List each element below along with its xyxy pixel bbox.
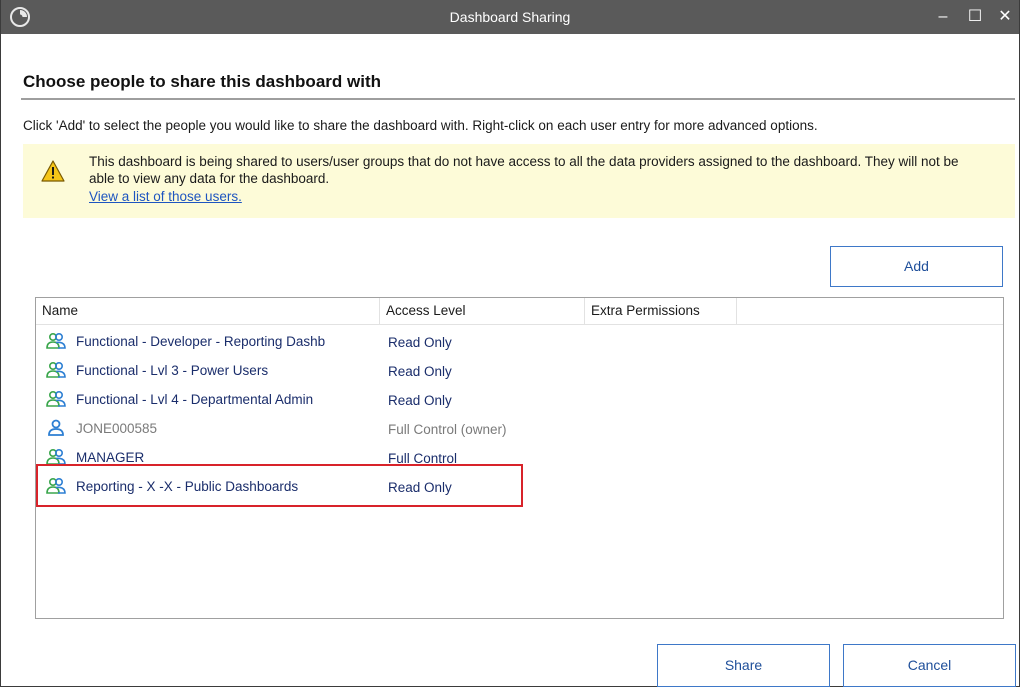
list-item-name: Functional - Developer - Reporting Dashb xyxy=(76,334,326,349)
user-icon xyxy=(48,419,64,436)
warning-banner: This dashboard is being shared to users/… xyxy=(23,144,1015,218)
add-button[interactable]: Add xyxy=(830,246,1003,287)
warning-message: This dashboard is being shared to users/… xyxy=(89,154,959,186)
window-title: Dashboard Sharing xyxy=(449,9,571,25)
list-item[interactable]: Functional - Developer - Reporting Dashb… xyxy=(36,327,1003,356)
list-item[interactable]: MANAGER Full Control xyxy=(36,443,1003,472)
list-item-access: Read Only xyxy=(388,364,452,379)
list-item[interactable]: Functional - Lvl 4 - Departmental Admin … xyxy=(36,385,1003,414)
dashboard-sharing-window: Dashboard Sharing – ☐ ✕ Choose people to… xyxy=(0,0,1020,687)
group-icon xyxy=(46,361,66,378)
column-header-name[interactable]: Name xyxy=(36,298,380,324)
list-item-access: Read Only xyxy=(388,480,452,495)
list-item-access: Full Control (owner) xyxy=(388,422,507,437)
shared-users-list[interactable]: Name Access Level Extra Permissions Func… xyxy=(35,297,1004,619)
list-item-name: MANAGER xyxy=(76,450,145,465)
minimize-icon[interactable]: – xyxy=(929,6,957,28)
list-item-name: Functional - Lvl 3 - Power Users xyxy=(76,363,269,378)
warning-icon xyxy=(41,160,65,182)
list-item[interactable]: Functional - Lvl 3 - Power Users Read On… xyxy=(36,356,1003,385)
list-item-access: Read Only xyxy=(388,393,452,408)
list-item-name: JONE000585 xyxy=(76,421,158,436)
page-title: Choose people to share this dashboard wi… xyxy=(23,72,381,91)
close-icon[interactable]: ✕ xyxy=(991,6,1019,28)
group-icon xyxy=(46,448,66,465)
group-icon xyxy=(46,332,66,349)
list-item-name: Functional - Lvl 4 - Departmental Admin xyxy=(76,392,314,407)
list-item-name: Reporting - X -X - Public Dashboards xyxy=(76,479,299,494)
view-users-link[interactable]: View a list of those users. xyxy=(89,189,242,204)
column-header-access-level[interactable]: Access Level xyxy=(380,298,585,324)
column-header-extra-permissions[interactable]: Extra Permissions xyxy=(585,298,737,324)
group-icon xyxy=(46,477,66,494)
list-header: Name Access Level Extra Permissions xyxy=(36,298,1003,325)
list-item-access: Read Only xyxy=(388,335,452,350)
list-item[interactable]: JONE000585 Full Control (owner) xyxy=(36,414,1003,443)
title-bar[interactable]: Dashboard Sharing – ☐ ✕ xyxy=(1,0,1019,34)
heading-divider xyxy=(21,98,1015,100)
maximize-icon[interactable]: ☐ xyxy=(961,6,989,28)
list-item-access: Full Control xyxy=(388,451,458,466)
group-icon xyxy=(46,390,66,407)
share-button[interactable]: Share xyxy=(657,644,830,687)
instruction-text: Click 'Add' to select the people you wou… xyxy=(23,118,818,133)
cancel-button[interactable]: Cancel xyxy=(843,644,1016,687)
list-item[interactable]: Reporting - X -X - Public Dashboards Rea… xyxy=(36,472,1003,501)
